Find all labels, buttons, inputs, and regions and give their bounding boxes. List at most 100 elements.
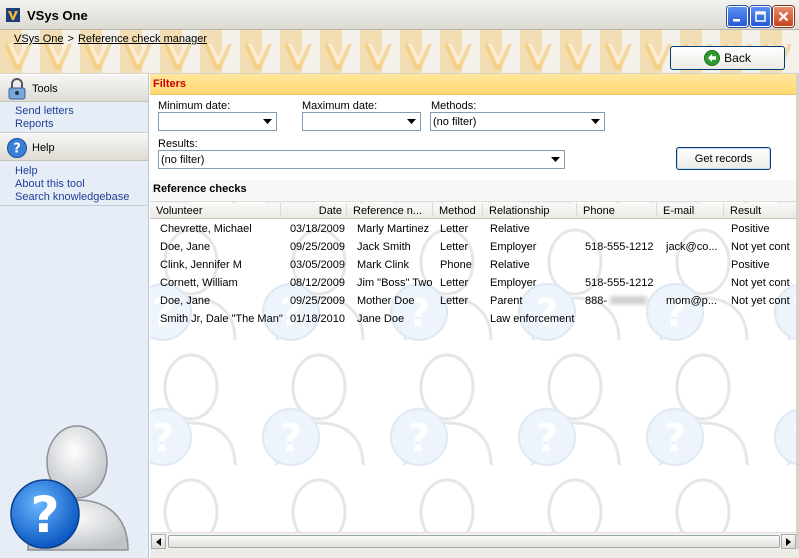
cell-date: 08/12/2009 bbox=[289, 277, 345, 289]
reference-checks-header: Reference checks bbox=[150, 180, 799, 202]
cell-date: 09/25/2009 bbox=[289, 295, 345, 307]
cell-phone: 518-555-1212 bbox=[585, 277, 654, 289]
back-arrow-icon bbox=[704, 50, 721, 66]
header-strip: VSys One > Reference check manager Back bbox=[0, 30, 799, 74]
min-date-label: Minimum date: bbox=[158, 100, 231, 112]
sidebar-item-reports[interactable]: Reports bbox=[15, 118, 54, 130]
min-date-picker[interactable] bbox=[158, 112, 277, 131]
cell-volunteer: Chevrette, Michael bbox=[160, 223, 252, 235]
table-row[interactable]: Doe, Jane 09/25/2009 Mother Doe Letter P… bbox=[150, 292, 796, 310]
results-select[interactable]: (no filter) bbox=[158, 150, 565, 169]
table-row[interactable]: Cornett, William 08/12/2009 Jim "Boss" T… bbox=[150, 274, 796, 292]
maximize-button[interactable] bbox=[750, 6, 771, 27]
window-title: VSys One bbox=[27, 8, 88, 23]
sidebar-tools-title: Tools bbox=[32, 83, 58, 95]
status-strip bbox=[150, 549, 799, 558]
column-header-email[interactable]: E-mail bbox=[657, 203, 724, 219]
table-row[interactable]: Clink, Jennifer M 03/05/2009 Mark Clink … bbox=[150, 256, 796, 274]
cell-phone: 518-555-1212 bbox=[585, 241, 654, 253]
cell-email: mom@p... bbox=[666, 295, 717, 307]
cell-date: 09/25/2009 bbox=[289, 241, 345, 253]
cell-relationship: Relative bbox=[490, 223, 530, 235]
chevron-right-icon bbox=[786, 537, 791, 546]
sidebar-item-send-letters[interactable]: Send letters bbox=[15, 105, 74, 117]
cell-method: Letter bbox=[440, 295, 469, 307]
sidebar-help-title: Help bbox=[32, 142, 55, 154]
close-button[interactable] bbox=[773, 6, 794, 27]
sidebar-item-search-knowledgebase[interactable]: Search knowledgebase bbox=[15, 191, 129, 203]
methods-label: Methods: bbox=[431, 100, 477, 112]
help-person-icon: ? bbox=[10, 425, 129, 551]
column-header-method[interactable]: Method bbox=[433, 203, 483, 219]
cell-date: 01/18/2010 bbox=[289, 313, 345, 325]
breadcrumb-current-link[interactable]: Reference check manager bbox=[78, 33, 207, 45]
cell-volunteer: Doe, Jane bbox=[160, 241, 211, 253]
chevron-left-icon bbox=[156, 537, 161, 546]
sidebar-item-about[interactable]: About this tool bbox=[15, 178, 85, 190]
column-header-relationship[interactable]: Relationship bbox=[483, 203, 577, 219]
back-button[interactable]: Back bbox=[670, 46, 785, 70]
cell-phone: 888- bbox=[585, 295, 608, 307]
sidebar-tools-header: Tools bbox=[0, 74, 148, 102]
methods-select[interactable]: (no filter) bbox=[430, 112, 605, 131]
cell-reference-name: Mark Clink bbox=[357, 259, 409, 271]
cell-relationship: Employer bbox=[490, 277, 537, 289]
help-icon: ? bbox=[7, 138, 27, 158]
table-row[interactable]: Chevrette, Michael 03/18/2009 Marly Mart… bbox=[150, 220, 796, 238]
sidebar-help-header: ? Help bbox=[0, 133, 148, 161]
cell-result: Not yet cont bbox=[731, 241, 790, 253]
max-date-picker[interactable] bbox=[302, 112, 421, 131]
app-icon bbox=[6, 8, 20, 22]
minimize-button[interactable] bbox=[727, 6, 748, 27]
get-records-button[interactable]: Get records bbox=[676, 147, 771, 170]
svg-text:?: ? bbox=[13, 142, 21, 157]
chevron-down-icon[interactable] bbox=[404, 114, 419, 129]
cell-volunteer: Doe, Jane bbox=[160, 295, 211, 307]
tools-lock-icon bbox=[8, 78, 26, 100]
filters-title: Filters bbox=[153, 78, 187, 90]
cell-relationship: Employer bbox=[490, 241, 537, 253]
table-row[interactable]: Doe, Jane 09/25/2009 Jack Smith Letter E… bbox=[150, 238, 796, 256]
column-header-phone[interactable]: Phone bbox=[577, 203, 657, 219]
sidebar-item-help[interactable]: Help bbox=[15, 165, 38, 177]
chevron-down-icon[interactable] bbox=[588, 114, 603, 129]
back-button-label: Back bbox=[724, 51, 751, 65]
scrollbar-thumb[interactable] bbox=[168, 535, 780, 548]
filters-header: Filters bbox=[150, 74, 799, 95]
cell-method: Letter bbox=[440, 277, 469, 289]
cell-volunteer: Cornett, William bbox=[160, 277, 238, 289]
cell-result: Not yet cont bbox=[731, 277, 790, 289]
cell-relationship: Law enforcement bbox=[490, 313, 575, 325]
scroll-right-button[interactable] bbox=[781, 534, 796, 549]
cell-reference-name: Jim "Boss" Two bbox=[357, 277, 433, 289]
cell-method: Letter bbox=[440, 223, 469, 235]
column-header-reference-name[interactable]: Reference n... bbox=[347, 203, 433, 219]
maximize-icon bbox=[755, 11, 766, 22]
table-row[interactable]: Smith Jr, Dale "The Man" 01/18/2010 Jane… bbox=[150, 310, 796, 328]
cell-method: Letter bbox=[440, 241, 469, 253]
cell-volunteer: Smith Jr, Dale "The Man" bbox=[160, 313, 283, 325]
title-bar: VSys One bbox=[0, 0, 799, 30]
cell-result: Not yet cont bbox=[731, 295, 790, 307]
column-header-date[interactable]: Date bbox=[281, 203, 347, 219]
sidebar: Tools Send letters Reports ? Help Help A… bbox=[0, 74, 149, 558]
breadcrumb-root-link[interactable]: VSys One bbox=[14, 33, 64, 45]
cell-result: Positive bbox=[731, 259, 770, 271]
chevron-down-icon[interactable] bbox=[548, 152, 563, 167]
horizontal-scrollbar[interactable] bbox=[150, 532, 796, 549]
cell-relationship: Parent bbox=[490, 295, 523, 307]
results-label: Results: bbox=[158, 138, 198, 150]
minimize-icon bbox=[733, 19, 740, 22]
cell-method: Phone bbox=[440, 259, 472, 271]
column-header-volunteer[interactable]: Volunteer bbox=[150, 203, 281, 219]
close-icon bbox=[778, 11, 789, 22]
scroll-left-button[interactable] bbox=[151, 534, 166, 549]
redacted-phone: 000000 bbox=[610, 295, 647, 307]
sidebar-divider bbox=[0, 205, 148, 206]
chevron-down-icon[interactable] bbox=[260, 114, 275, 129]
cell-relationship: Relative bbox=[490, 259, 530, 271]
results-value: (no filter) bbox=[161, 154, 205, 166]
cell-date: 03/05/2009 bbox=[289, 259, 345, 271]
column-header-result[interactable]: Result bbox=[724, 203, 796, 219]
breadcrumb-separator: > bbox=[67, 33, 74, 45]
